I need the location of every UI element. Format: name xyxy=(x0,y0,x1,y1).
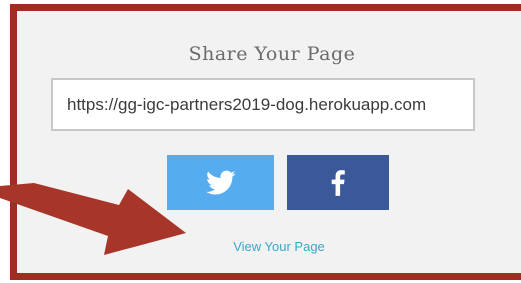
annotation-arrow-icon xyxy=(0,183,186,255)
